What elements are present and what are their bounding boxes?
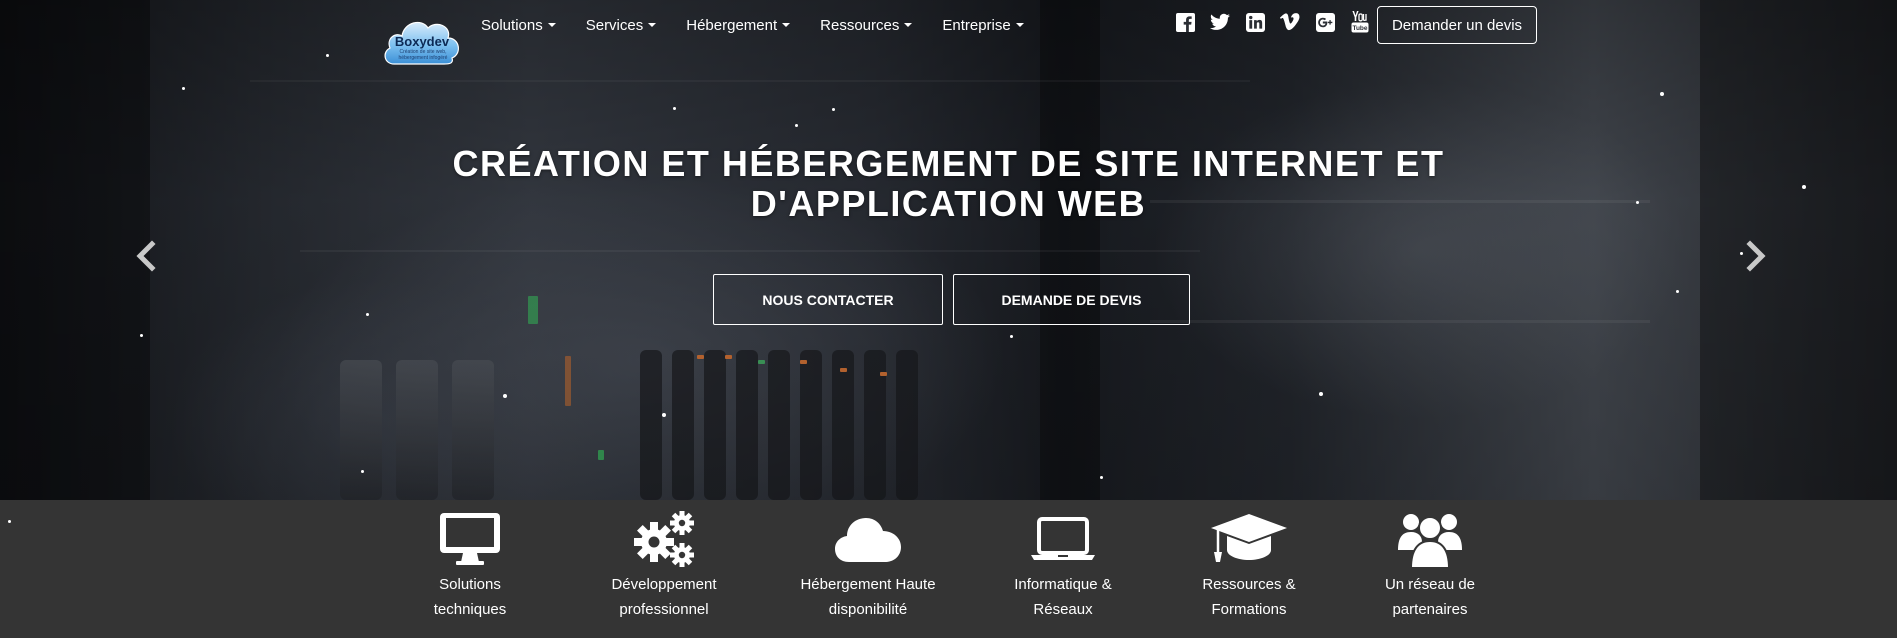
facebook-icon[interactable]: [1175, 12, 1195, 32]
feature-reseau-partenaires[interactable]: Un réseau de partenaires: [1350, 508, 1510, 622]
nav-hebergement-label: Hébergement: [686, 16, 778, 34]
nav-services[interactable]: Services: [586, 14, 657, 36]
caret-down-icon: [904, 23, 913, 27]
nav-entreprise-label: Entreprise: [942, 16, 1011, 34]
contact-button[interactable]: NOUS CONTACTER: [713, 274, 943, 325]
caret-down-icon: [547, 23, 556, 27]
feature-label-line2: partenaires: [1392, 601, 1468, 618]
monitor-icon: [390, 508, 550, 570]
feature-ressources-formations[interactable]: Ressources & Formations: [1169, 508, 1329, 622]
nav-solutions[interactable]: Solutions: [481, 14, 556, 36]
nav-ressources-label: Ressources: [820, 16, 900, 34]
vimeo-icon[interactable]: [1280, 12, 1300, 32]
feature-label-line1: Un réseau de: [1384, 576, 1476, 593]
feature-solutions-techniques[interactable]: Solutions techniques: [390, 508, 550, 622]
feature-label-line2: Réseaux: [1033, 601, 1093, 618]
nav-ressources[interactable]: Ressources: [820, 14, 913, 36]
feature-label-line2: Formations: [1211, 601, 1287, 618]
feature-label-line1: Hébergement Haute: [800, 576, 936, 593]
feature-label-line2: techniques: [433, 601, 507, 618]
nav-solutions-label: Solutions: [481, 16, 543, 34]
social-links: Tube: [1175, 11, 1385, 33]
brand-tagline: Création de site web, hébergement infogé…: [398, 49, 448, 61]
carousel-prev-arrow-icon[interactable]: [132, 240, 160, 272]
feature-label-line1: Ressources &: [1202, 576, 1296, 593]
cloud-icon: [788, 508, 948, 570]
request-quote-button[interactable]: Demander un devis: [1377, 6, 1537, 44]
gears-icon: [584, 508, 744, 570]
hero-headline-line1: CRÉATION ET HÉBERGEMENT DE SITE INTERNET…: [452, 143, 1445, 184]
google-plus-icon[interactable]: [1315, 12, 1335, 32]
feature-label-line2: disponibilité: [828, 601, 908, 618]
features-bar: Solutions techniques Développement profe…: [0, 500, 1897, 638]
users-icon: [1350, 508, 1510, 570]
feature-informatique-reseaux[interactable]: Informatique & Réseaux: [983, 508, 1143, 622]
twitter-icon[interactable]: [1210, 12, 1230, 32]
brand-logo[interactable]: Boxydev Création de site web, hébergemen…: [382, 14, 462, 66]
feature-label-line2: professionnel: [619, 601, 709, 618]
nav-services-label: Services: [585, 16, 644, 34]
main-nav: Solutions Services Hébergement Ressource…: [481, 14, 1054, 36]
hero-headline: CRÉATION ET HÉBERGEMENT DE SITE INTERNET…: [400, 144, 1497, 224]
youtube-icon[interactable]: Tube: [1350, 11, 1370, 33]
hero-carousel: Boxydev Création de site web, hébergemen…: [0, 0, 1897, 500]
caret-down-icon: [648, 23, 657, 27]
brand-name: Boxydev: [394, 34, 450, 49]
laptop-icon: [983, 508, 1143, 570]
nav-entreprise[interactable]: Entreprise: [942, 14, 1024, 36]
hero-headline-line2: D'APPLICATION WEB: [750, 183, 1147, 224]
quote-request-button[interactable]: DEMANDE DE DEVIS: [953, 274, 1190, 325]
feature-label-line1: Solutions: [439, 576, 501, 593]
linkedin-icon[interactable]: [1245, 12, 1265, 32]
feature-label-line1: Développement: [611, 576, 717, 593]
svg-text:Tube: Tube: [1352, 25, 1367, 32]
graduation-cap-icon: [1169, 508, 1329, 570]
nav-hebergement[interactable]: Hébergement: [686, 14, 791, 36]
carousel-next-arrow-icon[interactable]: [1742, 240, 1770, 272]
feature-developpement[interactable]: Développement professionnel: [584, 508, 744, 622]
feature-label-line1: Informatique &: [1014, 576, 1112, 593]
caret-down-icon: [782, 23, 791, 27]
caret-down-icon: [1015, 23, 1024, 27]
feature-hebergement[interactable]: Hébergement Haute disponibilité: [788, 508, 948, 622]
